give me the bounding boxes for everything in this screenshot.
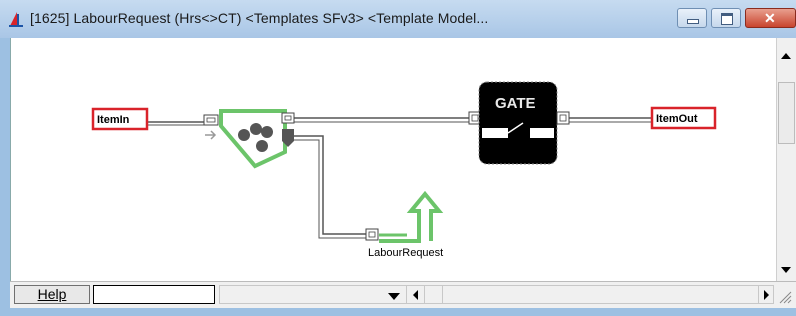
vertical-scroll-thumb[interactable] — [778, 82, 795, 144]
wire-process-to-labour-inner — [294, 139, 368, 239]
window-title: [1625] LabourRequest (Hrs<>CT) <Template… — [30, 10, 489, 26]
item-in-port[interactable]: ItemIn — [91, 107, 149, 131]
item-out-port[interactable]: ItemOut — [650, 106, 717, 130]
vertical-scrollbar[interactable] — [776, 38, 796, 281]
close-button[interactable]: ✕ — [745, 8, 796, 28]
status-bar: Help — [10, 281, 796, 308]
item-in-label: ItemIn — [97, 114, 130, 126]
labour-request-label: LabourRequest — [368, 247, 443, 259]
gate-label: GATE — [495, 95, 536, 112]
diagram-canvas[interactable]: ItemIn GATE ItemOut LabourRequest — [10, 38, 777, 281]
scroll-left-arrow-icon[interactable] — [413, 290, 418, 300]
process-node[interactable] — [203, 109, 295, 169]
flow-arrow-icon — [205, 130, 217, 140]
status-field[interactable] — [93, 285, 215, 304]
app-icon — [9, 12, 23, 27]
minimize-button[interactable] — [677, 8, 707, 28]
help-button[interactable]: Help — [14, 285, 90, 304]
wire-process-to-labour — [294, 135, 368, 235]
scroll-up-arrow-icon[interactable] — [781, 53, 791, 59]
close-icon: ✕ — [764, 10, 776, 26]
maximize-button[interactable] — [711, 8, 741, 28]
horizontal-scrollbar[interactable] — [219, 285, 774, 304]
horizontal-scroll-thumb[interactable] — [442, 286, 443, 303]
minimize-icon — [687, 19, 699, 24]
dropdown-arrow-icon[interactable] — [388, 293, 400, 300]
window: [1625] LabourRequest (Hrs<>CT) <Template… — [0, 0, 796, 316]
process-diagram: ItemIn GATE ItemOut LabourRequest — [91, 81, 717, 259]
resize-grip-icon[interactable] — [776, 286, 792, 304]
scroll-right-arrow-icon[interactable] — [764, 290, 769, 300]
labour-request-node[interactable]: LabourRequest — [365, 190, 444, 259]
scroll-down-arrow-icon[interactable] — [781, 267, 791, 273]
help-button-label: Help — [37, 286, 67, 302]
maximize-icon — [721, 13, 733, 25]
gate-node[interactable]: GATE — [468, 81, 570, 165]
wires — [148, 117, 651, 239]
item-out-label: ItemOut — [656, 113, 698, 125]
title-bar[interactable]: [1625] LabourRequest (Hrs<>CT) <Template… — [0, 0, 796, 38]
